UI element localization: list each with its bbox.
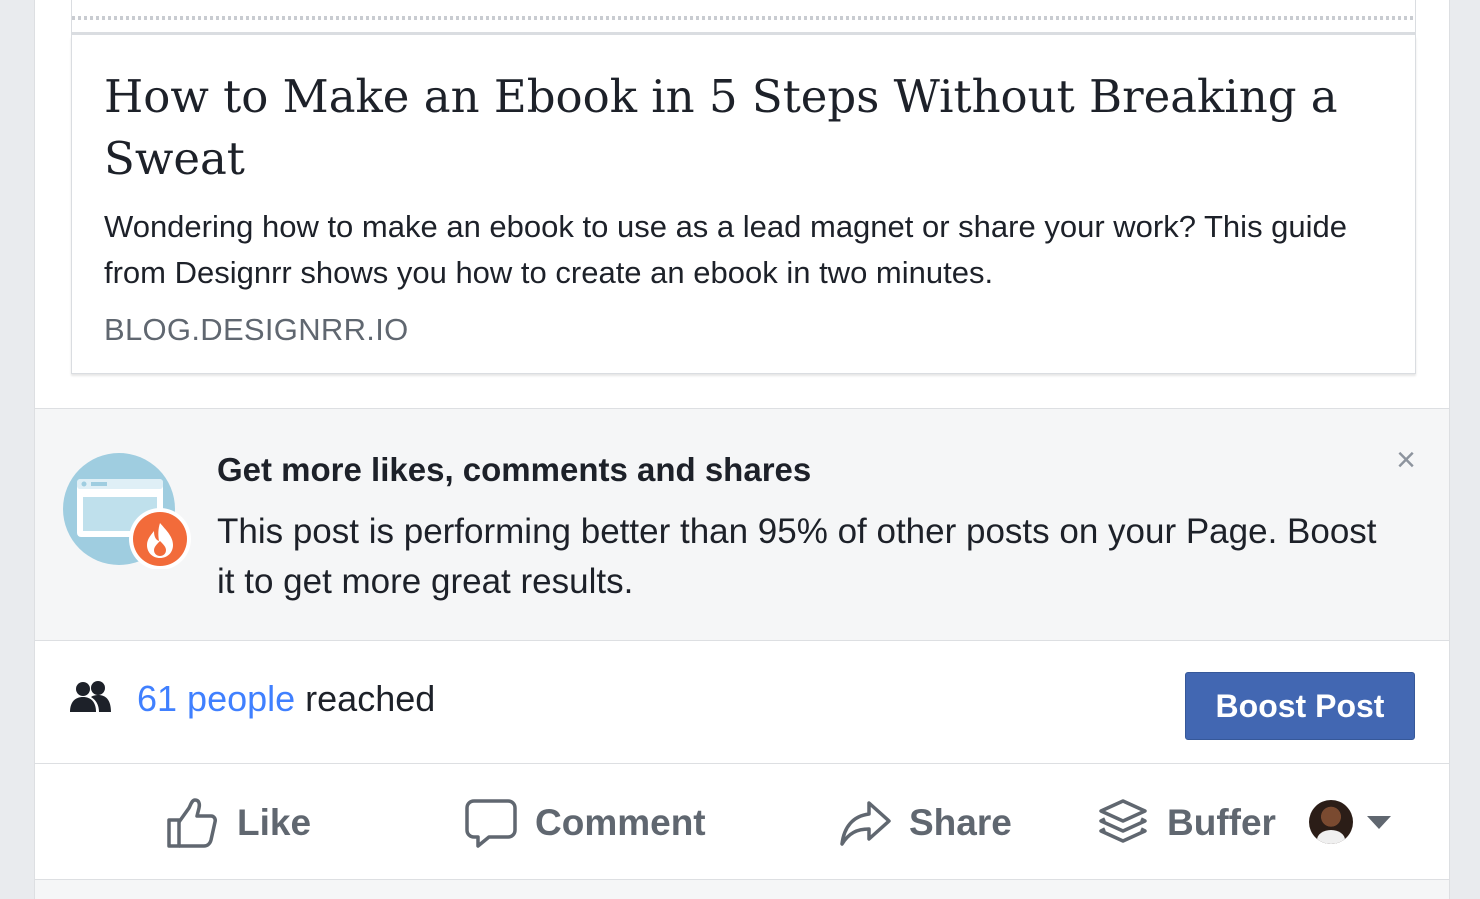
close-icon[interactable]: × [1391,443,1421,477]
share-label: Share [909,802,1012,843]
reach-row: 61 people reached Boost Post [35,642,1449,764]
link-description: Wondering how to make an ebook to use as… [104,209,1348,290]
link-title[interactable]: How to Make an Ebook in 5 Steps Without … [104,66,1364,190]
fire-badge-icon [63,453,191,569]
people-icon [70,681,111,712]
share-button[interactable]: Share [839,795,1012,851]
avatar [1309,800,1353,844]
buffer-label: Buffer [1167,802,1276,843]
comments-area-edge [35,879,1449,899]
image-border-dots [72,16,1415,20]
link-domain: BLOG.DESIGNRR.IO [104,312,409,347]
image-bottom-rule [72,32,1415,35]
like-label: Like [237,802,312,843]
buffer-button[interactable]: Buffer [1097,795,1276,851]
chevron-down-icon [1367,815,1391,829]
boost-suggestion-panel: Get more likes, comments and shares This… [35,408,1449,641]
reach-text: 61 people reached [137,678,435,720]
thumbs-up-icon [167,798,217,848]
post-as-selector[interactable] [1309,799,1391,845]
link-preview-card[interactable]: How to Make an Ebook in 5 Steps Without … [71,36,1416,374]
post-action-bar: Like Comment Share Buffer [35,765,1449,879]
post-card: How to Make an Ebook in 5 Steps Without … [34,0,1450,899]
share-arrow-icon [840,801,891,846]
reach-suffix: reached [295,678,436,719]
suggestion-body: This post is performing better than 95% … [217,512,1377,601]
boost-post-button[interactable]: Boost Post [1185,672,1415,740]
comment-button[interactable]: Comment [465,795,706,851]
comment-label: Comment [535,802,706,843]
comment-bubble-icon [465,799,517,848]
link-preview-image[interactable] [71,0,1416,36]
suggestion-title: Get more likes, comments and shares [217,451,812,488]
buffer-stack-icon [1099,799,1147,843]
like-button[interactable]: Like [165,795,311,851]
reach-count-link[interactable]: 61 people [137,678,295,719]
